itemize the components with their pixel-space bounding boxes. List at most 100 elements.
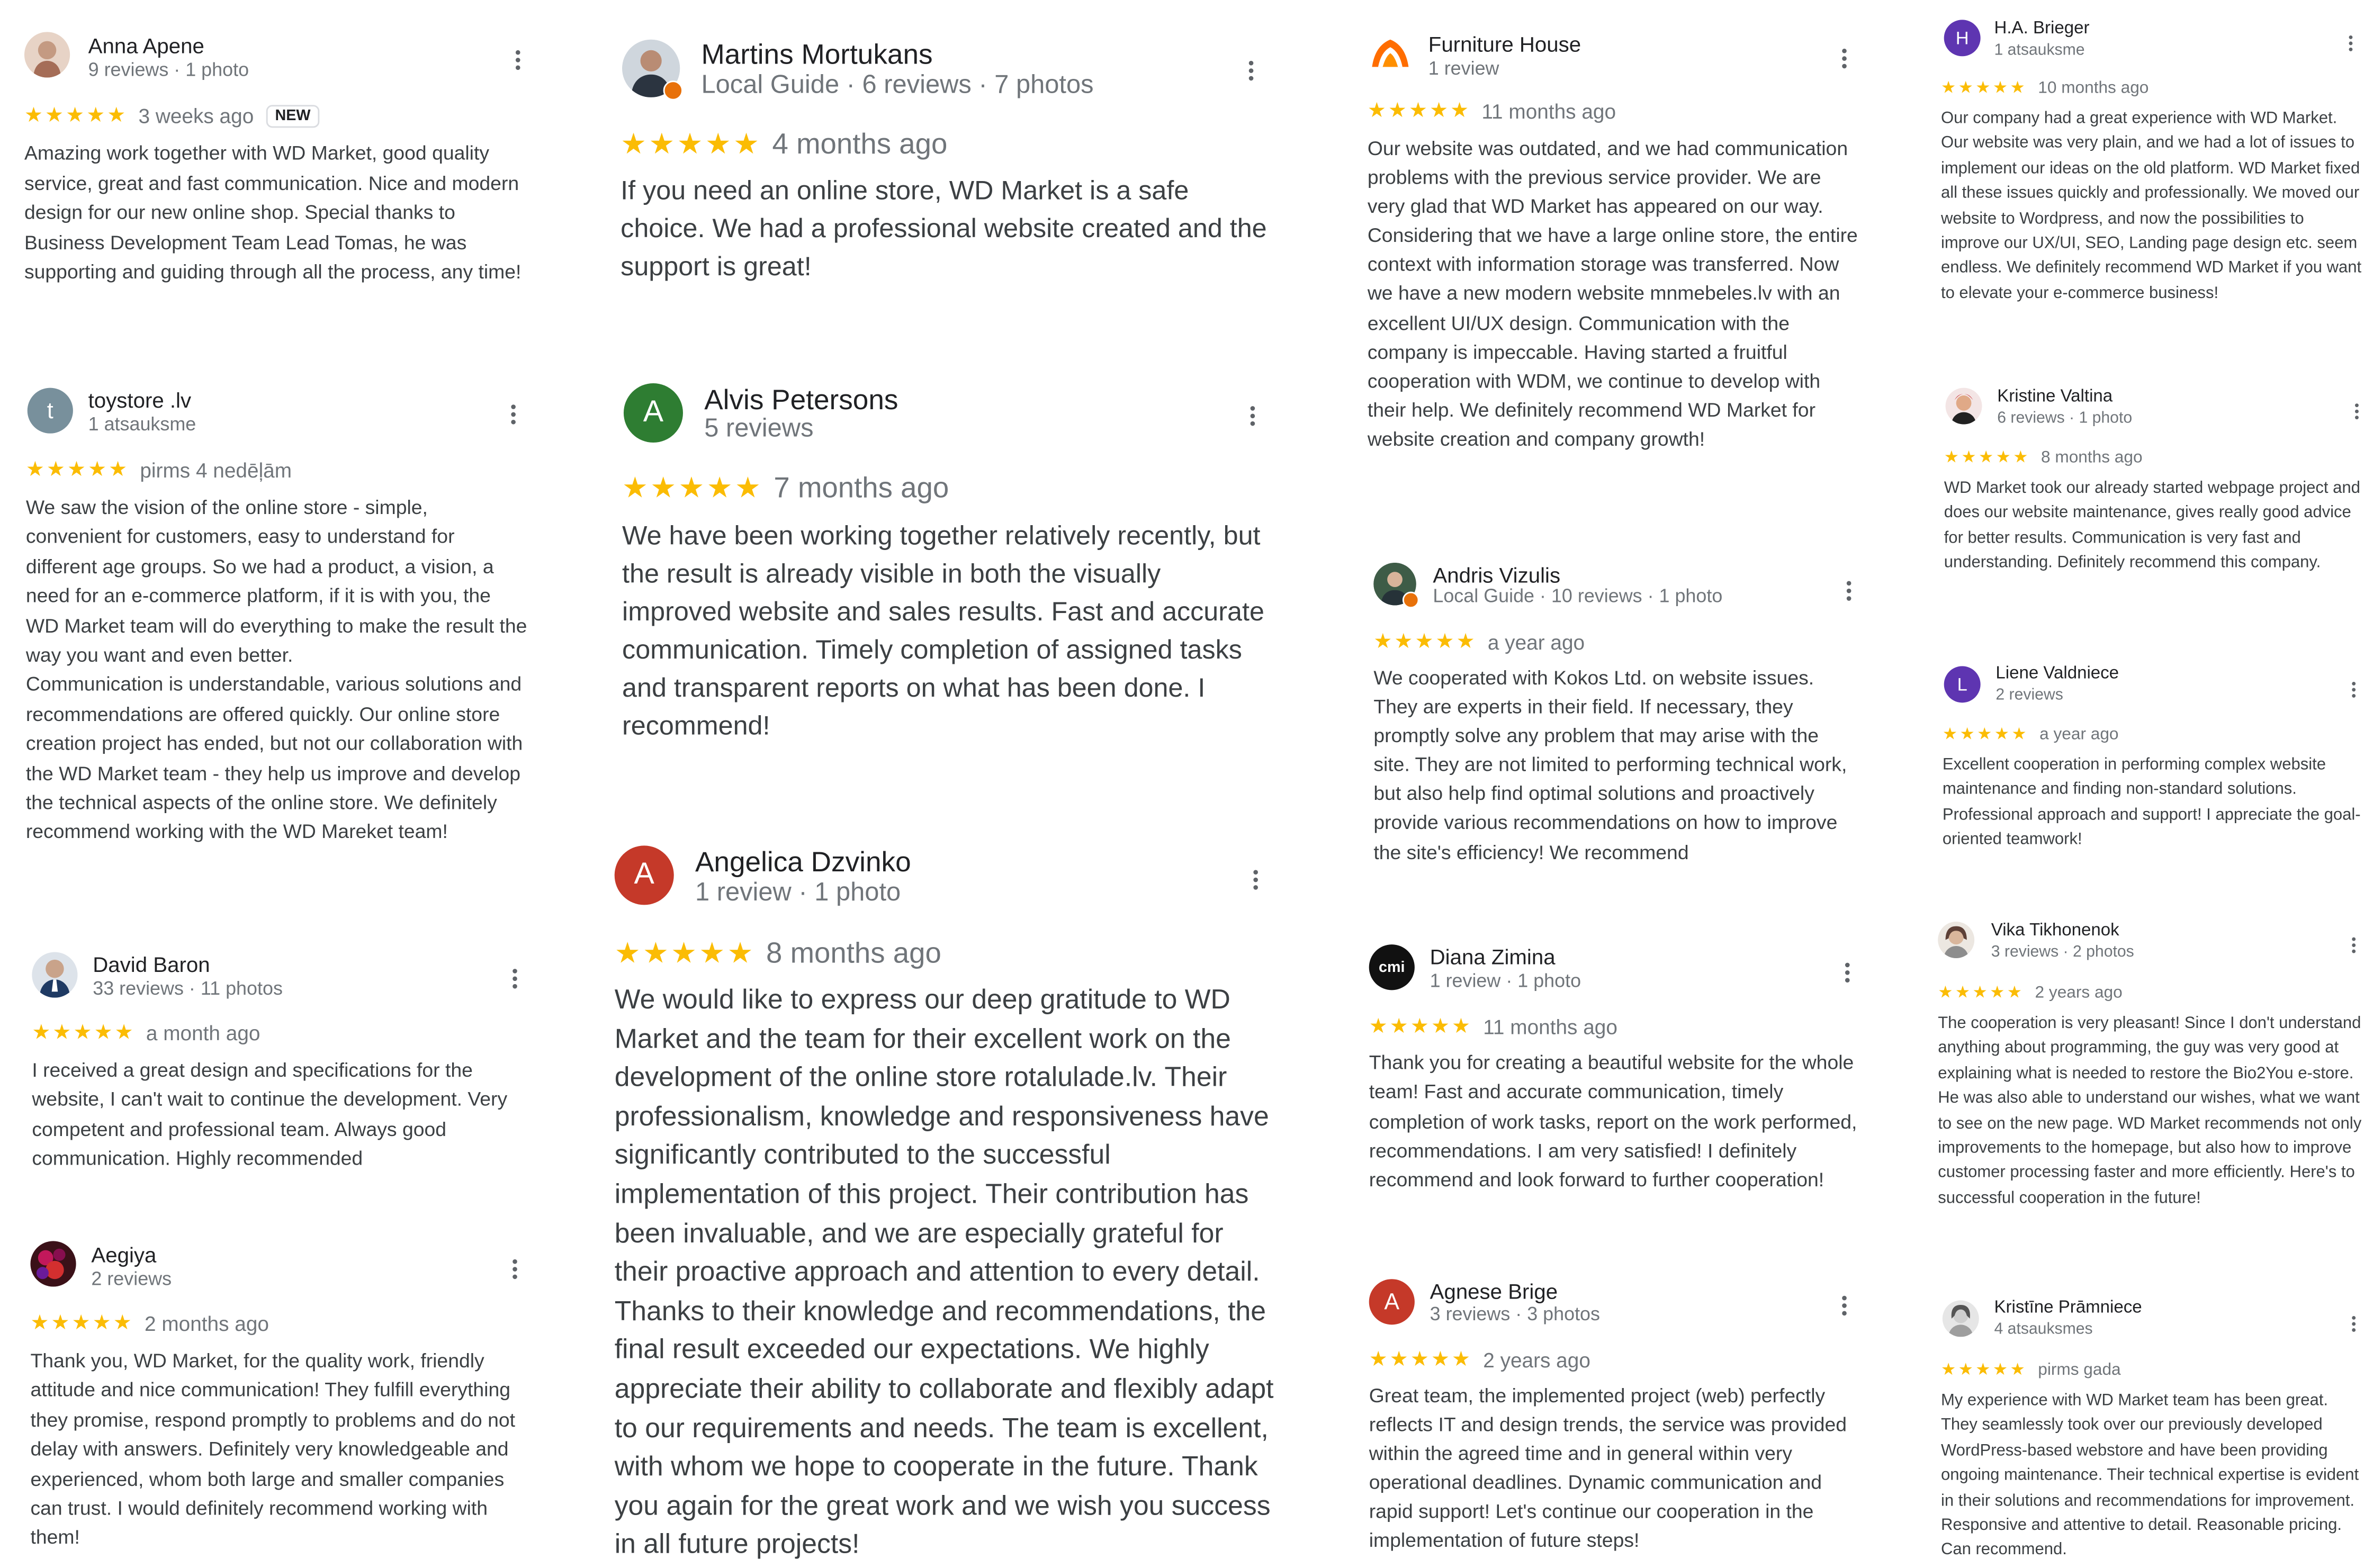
review-date: 8 months ago	[2041, 448, 2143, 466]
reviewer-name[interactable]: Martins Mortukans	[701, 38, 932, 71]
reviewer-name[interactable]: Alvis Petersons	[704, 383, 898, 417]
star-rating: ★★★★★	[1373, 629, 1477, 653]
star-rating: ★★★★★	[614, 938, 756, 970]
reviewer-name[interactable]: Agnese Brige	[1430, 1279, 1558, 1303]
avatar[interactable]: L	[1944, 666, 1981, 703]
reviewer-meta: 3 reviews · 3 photos	[1430, 1303, 1600, 1325]
rating-row: ★★★★★ 8 months ago	[615, 937, 941, 972]
avatar[interactable]	[622, 39, 683, 101]
more-options-icon[interactable]	[2348, 679, 2358, 700]
avatar[interactable]	[32, 952, 78, 998]
review-date: pirms 4 nedēļām	[140, 458, 292, 482]
avatar[interactable]: A	[1369, 1279, 1415, 1325]
reviewer-name[interactable]: Anna Apene	[88, 33, 204, 58]
review-date: 4 months ago	[772, 128, 948, 161]
avatar[interactable]	[24, 32, 70, 78]
review-date: 2 years ago	[2035, 983, 2123, 1002]
avatar[interactable]: cmi	[1369, 944, 1415, 990]
reviewer-name[interactable]: Andris Vizulis	[1433, 563, 1560, 587]
avatar-initial: L	[1957, 673, 1967, 695]
review-date: 11 months ago	[1483, 1015, 1617, 1038]
rating-row: ★★★★★ 2 months ago	[30, 1311, 269, 1336]
review-text: Great team, the implemented project (web…	[1369, 1384, 1847, 1552]
star-rating: ★★★★★	[25, 457, 130, 481]
review-text: We have been working together relatively…	[622, 520, 1264, 741]
reviewer-meta: Local Guide · 10 reviews · 1 photo	[1433, 585, 1723, 607]
star-rating: ★★★★★	[30, 1311, 134, 1334]
rating-row: ★★★★★ pirms 4 nedēļām	[26, 458, 292, 482]
review-text: We saw the vision of the online store - …	[25, 495, 527, 843]
avatar-initial: A	[643, 395, 664, 429]
more-options-icon[interactable]	[508, 1256, 520, 1282]
reviewer-name[interactable]: toystore .lv	[88, 388, 192, 412]
rating-row: ★★★★★ 11 months ago	[1368, 99, 1616, 123]
avatar[interactable]: A	[614, 845, 674, 905]
avatar[interactable]	[1373, 563, 1419, 609]
reviewer-meta: 1 review	[1428, 58, 1499, 79]
avatar[interactable]: H	[1944, 20, 1981, 57]
review-date: 7 months ago	[774, 472, 949, 504]
review-text: Thank you, WD Market, for the quality wo…	[30, 1349, 516, 1549]
more-options-icon[interactable]	[2348, 1313, 2358, 1334]
reviewer-name[interactable]: Furniture House	[1428, 32, 1581, 56]
avatar[interactable]: t	[27, 388, 73, 434]
review-text: We would like to express our deep gratit…	[614, 984, 1274, 1560]
rating-row: ★★★★★ 8 months ago	[1944, 447, 2143, 467]
rating-row: ★★★★★ 2 years ago	[1938, 983, 2122, 1002]
review-text: Thank you for creating a beautiful websi…	[1369, 1051, 1857, 1192]
reviewer-name[interactable]: David Baron	[93, 952, 210, 976]
rating-row: ★★★★★ a month ago	[32, 1021, 260, 1045]
avatar[interactable]: A	[623, 383, 683, 443]
star-rating: ★★★★★	[622, 473, 763, 505]
review-date: 2 years ago	[1483, 1348, 1590, 1372]
review-text: I received a great design and specificat…	[32, 1058, 508, 1170]
more-options-icon[interactable]	[2351, 401, 2361, 422]
avatar[interactable]	[1945, 388, 1982, 425]
more-options-icon[interactable]	[1840, 960, 1853, 986]
reviewer-name[interactable]: Kristine Valtina	[1997, 388, 2113, 406]
avatar-initial: A	[634, 858, 654, 891]
furniture-house-logo-icon	[1372, 39, 1409, 67]
more-options-icon[interactable]	[508, 966, 520, 992]
more-options-icon[interactable]	[1249, 867, 1261, 893]
reviewer-name[interactable]: Vika Tikhonenok	[1991, 922, 2119, 940]
rating-row: ★★★★★ 10 months ago	[1941, 78, 2149, 97]
more-options-icon[interactable]	[1244, 58, 1256, 84]
reviewer-meta: 1 atsauksme	[88, 413, 196, 435]
reviewer-meta: 4 atsauksmes	[1994, 1320, 2093, 1339]
review-date: a year ago	[1487, 630, 1585, 653]
reviewer-meta: 33 reviews · 11 photos	[93, 978, 283, 999]
more-options-icon[interactable]	[2348, 935, 2358, 956]
more-options-icon[interactable]	[511, 47, 523, 73]
reviews-collage: Anna Apene 9 reviews · 1 photo ★★★★★ 3 w…	[0, 0, 2373, 1568]
more-options-icon[interactable]	[1838, 1293, 1850, 1319]
reviewer-name[interactable]: H.A. Brieger	[1994, 20, 2090, 38]
star-rating: ★★★★★	[1942, 725, 2029, 744]
review-date: 8 months ago	[766, 938, 941, 970]
avatar[interactable]	[30, 1241, 76, 1287]
review-text: Excellent cooperation in performing comp…	[1942, 755, 2361, 849]
reviewer-name[interactable]: Kristīne Prāmniece	[1994, 1299, 2142, 1317]
more-options-icon[interactable]	[1246, 403, 1258, 429]
avatar[interactable]	[1942, 1300, 1979, 1337]
reviewer-meta: 5 reviews	[704, 413, 814, 443]
reviewer-name[interactable]: Diana Zimina	[1430, 944, 1556, 969]
avatar[interactable]	[1368, 30, 1413, 76]
avatar-initial: t	[47, 398, 53, 424]
reviewer-meta: Local Guide · 6 reviews · 7 photos	[701, 70, 1094, 99]
rating-row: ★★★★★ pirms gada	[1941, 1359, 2121, 1380]
more-options-icon[interactable]	[1838, 46, 1850, 71]
avatar-initial: A	[1384, 1288, 1400, 1315]
reviewer-name[interactable]: Aegiya	[91, 1242, 156, 1267]
more-options-icon[interactable]	[2345, 33, 2355, 53]
star-rating: ★★★★★	[1369, 1347, 1473, 1371]
reviewer-name[interactable]: Liene Valdniece	[1996, 665, 2119, 683]
more-options-icon[interactable]	[1842, 578, 1854, 604]
more-options-icon[interactable]	[507, 401, 519, 427]
star-rating: ★★★★★	[1940, 79, 2028, 97]
reviewer-meta: 1 review · 1 photo	[1430, 970, 1581, 992]
review-text: Amazing work together with WD Market, go…	[24, 141, 522, 284]
reviewer-name[interactable]: Angelica Dzvinko	[695, 845, 911, 879]
review-date: 11 months ago	[1481, 100, 1616, 123]
avatar[interactable]	[1938, 922, 1975, 958]
